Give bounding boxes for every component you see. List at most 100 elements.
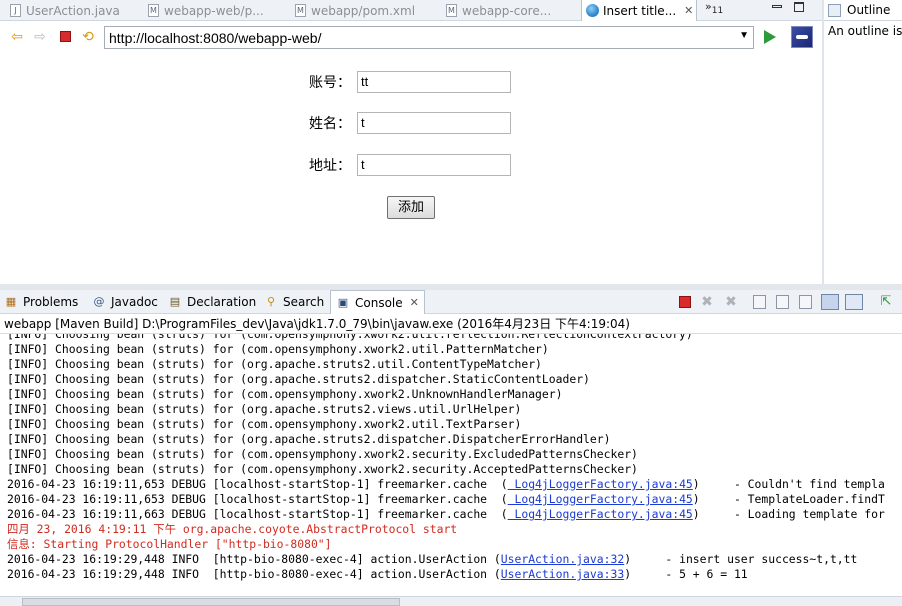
pin-console-icon[interactable] — [845, 294, 863, 310]
console-line-text: 2016-04-23 16:19:11,653 DEBUG [localhost… — [7, 492, 508, 506]
console-line-text: 2016-04-23 16:19:29,448 INFO [http-bio-8… — [7, 552, 501, 566]
open-console-icon[interactable]: ⇱ — [878, 294, 894, 310]
refresh-icon[interactable]: ⟲ — [80, 29, 96, 45]
minimize-icon[interactable] — [772, 5, 782, 8]
editor-tab-webapp-pom[interactable]: M webapp/pom.xml — [295, 0, 435, 21]
url-field[interactable]: http://localhost:8080/webapp-web/ ▼ — [104, 26, 754, 49]
console-line: 2016-04-23 16:19:11,663 DEBUG [localhost… — [7, 507, 885, 522]
console-line-text: ) - Couldn't find templa — [692, 477, 885, 491]
chevron-double-right-icon: » — [705, 0, 712, 13]
maven-file-icon: M — [295, 4, 306, 17]
eclipse-browser-icon[interactable] — [791, 26, 813, 48]
form-row-address: 地址： t — [309, 154, 511, 176]
editor-tab-bar: J UserAction.java M webapp-web/p... M we… — [0, 0, 822, 21]
source-link[interactable]: UserAction.java:33 — [501, 567, 624, 581]
tab-search[interactable]: ⚲ Search — [264, 290, 324, 314]
address-label: 地址： — [309, 158, 351, 174]
add-button[interactable]: 添加 — [387, 196, 435, 219]
clear-console-icon[interactable] — [753, 295, 766, 309]
tab-label: Search — [283, 295, 325, 309]
outline-title: Outline — [847, 3, 891, 17]
tab-declaration[interactable]: ▤ Declaration — [168, 290, 256, 314]
address-input[interactable]: t — [357, 154, 511, 176]
browser-viewport: 账号： tt 姓名： t 地址： t 添加 — [0, 52, 822, 284]
tab-label: Console — [355, 295, 403, 310]
remove-all-launches-icon[interactable]: ✖ — [723, 294, 739, 310]
scrollbar-thumb[interactable] — [22, 598, 400, 606]
console-line-text: 2016-04-23 16:19:11,653 DEBUG [localhost… — [7, 477, 508, 491]
console-icon: ▣ — [337, 295, 349, 309]
view-tab-bar: ▦ Problems @ Javadoc ▤ Declaration ⚲ Sea… — [0, 290, 902, 314]
console-line: [INFO] Choosing bean (struts) for (org.a… — [7, 402, 522, 416]
console-process-label: webapp [Maven Build] D:\ProgramFiles_dev… — [0, 315, 902, 333]
forward-arrow-icon[interactable]: ⇨ — [32, 29, 48, 45]
console-line: [INFO] Choosing bean (struts) for (com.o… — [7, 447, 638, 461]
tab-overflow-count: 11 — [711, 6, 724, 17]
editor-tab-useraction[interactable]: J UserAction.java — [10, 0, 140, 21]
horizontal-scrollbar[interactable] — [0, 596, 902, 606]
word-wrap-icon[interactable] — [799, 295, 812, 309]
show-on-output-icon[interactable] — [821, 294, 839, 310]
console-line: 2016-04-23 16:19:29,448 INFO [http-bio-8… — [7, 567, 748, 582]
console-output[interactable]: [INFO] Choosing bean (struts) for (com.o… — [0, 333, 902, 596]
console-line: [INFO] Choosing bean (struts) for (org.a… — [7, 432, 611, 446]
console-line-text: 2016-04-23 16:19:29,448 INFO [http-bio-8… — [7, 567, 501, 581]
tab-problems[interactable]: ▦ Problems — [4, 290, 79, 314]
javadoc-icon: @ — [93, 295, 105, 308]
console-line: [INFO] Choosing bean (struts) for (com.o… — [7, 462, 638, 476]
scroll-lock-icon[interactable] — [776, 295, 789, 309]
console-line: 2016-04-23 16:19:29,448 INFO [http-bio-8… — [7, 552, 857, 567]
editor-tab-label: UserAction.java — [26, 3, 120, 18]
editor-tab-label: Insert title... — [603, 3, 677, 18]
console-line: [INFO] Choosing bean (struts) for (com.o… — [7, 342, 549, 356]
tab-outline[interactable]: Outline — [824, 0, 902, 21]
stop-icon[interactable] — [57, 29, 73, 45]
editor-tab-label: webapp/pom.xml — [311, 3, 416, 18]
java-file-icon: J — [10, 4, 21, 17]
go-arrow-icon[interactable] — [764, 30, 776, 44]
maximize-icon[interactable] — [794, 2, 804, 12]
console-line: [INFO] Choosing bean (struts) for (com.o… — [7, 333, 693, 341]
editor-tab-label: webapp-web/p... — [164, 3, 264, 18]
problems-icon: ▦ — [5, 295, 17, 308]
chevron-down-icon[interactable]: ▼ — [739, 30, 749, 41]
console-line: [INFO] Choosing bean (struts) for (org.a… — [7, 357, 542, 371]
form-row-account: 账号： tt — [309, 71, 511, 93]
tab-javadoc[interactable]: @ Javadoc — [92, 290, 158, 314]
source-link[interactable]: Log4jLoggerFactory.java:45 — [508, 492, 692, 506]
name-input[interactable]: t — [357, 112, 511, 134]
outline-message: An outline is — [828, 24, 902, 38]
remove-launch-icon[interactable]: ✖ — [699, 294, 715, 310]
console-line-text: ) - 5 + 6 = 11 — [624, 567, 748, 581]
source-link[interactable]: UserAction.java:32 — [501, 552, 624, 566]
console-line: [INFO] Choosing bean (struts) for (org.a… — [7, 372, 590, 386]
tab-label: Declaration — [187, 295, 257, 309]
maven-file-icon: M — [148, 4, 159, 17]
terminate-icon[interactable] — [679, 296, 691, 308]
tab-overflow-button[interactable]: »11 — [705, 0, 723, 16]
name-label: 姓名： — [309, 116, 351, 132]
close-icon[interactable]: ✕ — [410, 296, 419, 309]
outline-view: Outline An outline is — [822, 0, 902, 284]
maven-file-icon: M — [446, 4, 457, 17]
editor-tab-label: webapp-core... — [462, 3, 552, 18]
console-line: 信息: Starting ProtocolHandler ["http-bio-… — [7, 537, 332, 551]
tab-label: Problems — [23, 295, 79, 309]
account-input[interactable]: tt — [357, 71, 511, 93]
source-link[interactable]: Log4jLoggerFactory.java:45 — [508, 477, 692, 491]
tab-label: Javadoc — [111, 295, 158, 309]
outline-icon — [828, 3, 841, 17]
url-text: http://localhost:8080/webapp-web/ — [109, 29, 322, 46]
tab-console[interactable]: ▣ Console ✕ — [330, 290, 425, 314]
console-line-text: ) - insert user success~t,t,tt — [624, 552, 858, 566]
console-line-text: 2016-04-23 16:19:11,663 DEBUG [localhost… — [7, 507, 508, 521]
editor-tab-webapp-web-pom[interactable]: M webapp-web/p... — [148, 0, 286, 21]
editor-tab-webapp-core[interactable]: M webapp-core... — [446, 0, 574, 21]
editor-tab-insert-title[interactable]: Insert title... ✕ — [581, 0, 697, 21]
back-arrow-icon[interactable]: ⇦ — [9, 29, 25, 45]
close-icon[interactable]: ✕ — [684, 4, 693, 17]
console-line: 2016-04-23 16:19:11,653 DEBUG [localhost… — [7, 492, 885, 507]
console-line-text: ) - Loading template for — [692, 507, 885, 521]
source-link[interactable]: Log4jLoggerFactory.java:45 — [508, 507, 692, 521]
console-line-text: ) - TemplateLoader.findT — [692, 492, 885, 506]
